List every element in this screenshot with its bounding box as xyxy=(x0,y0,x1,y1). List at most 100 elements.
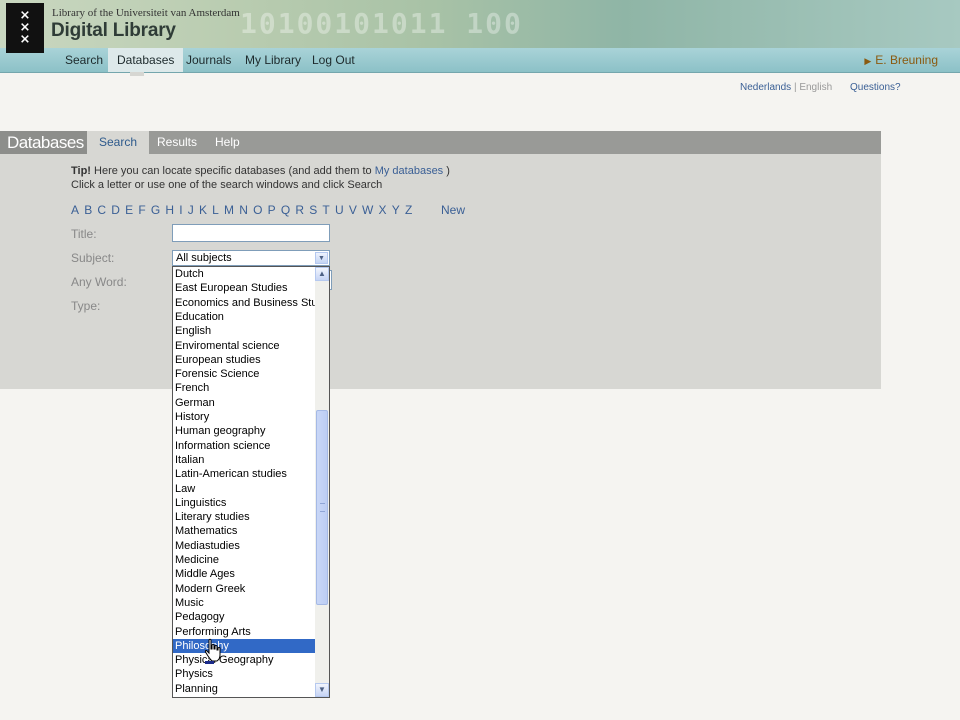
subject-dropdown-list[interactable]: Planning Physics Physical Geography Philoso… xyxy=(172,266,330,698)
any-word-label: Any Word: xyxy=(71,275,127,289)
tab-search[interactable]: Search xyxy=(87,131,150,154)
triangle-right-icon: ▶ xyxy=(864,56,872,66)
tip-bold: Tip! xyxy=(71,165,91,177)
header-decoration: 10100101011 100 xyxy=(240,7,523,40)
title-input[interactable] xyxy=(172,224,330,242)
nav-my-library[interactable]: My Library xyxy=(237,48,309,72)
subject-option[interactable]: Medicine xyxy=(173,553,315,567)
hand-cursor-icon xyxy=(204,638,221,664)
subject-option[interactable]: Mediastudies xyxy=(173,539,315,553)
panel-title: Databases xyxy=(0,131,87,154)
subject-option[interactable]: Dutch xyxy=(173,267,315,281)
subject-option[interactable]: Modern Greek xyxy=(173,582,315,596)
subject-option[interactable]: French xyxy=(173,381,315,395)
letter-f[interactable]: F xyxy=(138,203,145,217)
library-subtitle: Library of the Universiteit van Amsterda… xyxy=(52,7,240,19)
user-name: E. Breuning xyxy=(875,53,938,67)
letter-k[interactable]: K xyxy=(199,203,207,217)
subject-option[interactable]: European studies xyxy=(173,353,315,367)
letter-m[interactable]: M xyxy=(224,203,234,217)
subject-option[interactable]: English xyxy=(173,324,315,338)
subject-option[interactable]: Information science xyxy=(173,439,315,453)
dropdown-scrollbar[interactable]: ▲ ▼ xyxy=(315,267,329,697)
letter-s[interactable]: S xyxy=(309,203,317,217)
letter-q[interactable]: Q xyxy=(281,203,290,217)
subject-selected-value: All subjects xyxy=(176,252,232,264)
subject-option[interactable]: Mathematics xyxy=(173,524,315,538)
subject-option[interactable]: History xyxy=(173,410,315,424)
subject-option[interactable]: Linguistics xyxy=(173,496,315,510)
letter-n[interactable]: N xyxy=(239,203,248,217)
subject-option[interactable]: Education xyxy=(173,310,315,324)
letter-r[interactable]: R xyxy=(295,203,304,217)
lang-english: English xyxy=(799,82,833,93)
type-label: Type: xyxy=(71,299,101,313)
library-title: Digital Library xyxy=(51,20,176,41)
scrollbar-thumb[interactable] xyxy=(316,410,328,605)
subject-option[interactable]: Performing Arts xyxy=(173,625,315,639)
subject-option[interactable]: Literary studies xyxy=(173,510,315,524)
uva-logo[interactable]: ⨯ ⨯ ⨯ xyxy=(6,3,44,53)
letter-j[interactable]: J xyxy=(188,203,194,217)
subject-option[interactable]: Physical Geography xyxy=(173,653,315,667)
letter-d[interactable]: D xyxy=(111,203,120,217)
letter-a[interactable]: A xyxy=(71,203,79,217)
subject-option[interactable]: East European Studies xyxy=(173,281,315,295)
subject-option[interactable]: Planning xyxy=(173,682,315,696)
title-label: Title: xyxy=(71,227,97,241)
tip-line1-end: ) xyxy=(443,165,450,177)
nav-journals[interactable]: Journals xyxy=(178,48,239,72)
subject-option[interactable]: Forensic Science xyxy=(173,367,315,381)
subject-option[interactable]: Human geography xyxy=(173,424,315,438)
subject-option[interactable]: Pedagogy xyxy=(173,610,315,624)
tab-help[interactable]: Help xyxy=(204,131,251,154)
letter-o[interactable]: O xyxy=(253,203,262,217)
letter-i[interactable]: I xyxy=(179,203,182,217)
my-databases-link[interactable]: My databases xyxy=(375,165,443,177)
grip-icon xyxy=(320,503,325,512)
letter-z[interactable]: Z xyxy=(405,203,412,217)
nav-databases[interactable]: Databases xyxy=(108,48,184,72)
subject-label: Subject: xyxy=(71,251,115,265)
subject-option[interactable]: Philosophy xyxy=(173,638,315,654)
nav-log-out[interactable]: Log Out xyxy=(304,48,363,72)
language-switch: Nederlands | English xyxy=(740,82,832,93)
letter-t[interactable]: T xyxy=(322,203,329,217)
letter-p[interactable]: P xyxy=(268,203,276,217)
tip-line2: Click a letter or use one of the search … xyxy=(71,179,383,191)
letter-e[interactable]: E xyxy=(125,203,133,217)
scroll-down-icon[interactable]: ▼ xyxy=(315,683,329,697)
letter-w[interactable]: W xyxy=(362,203,373,217)
subject-option[interactable]: Enviromental science xyxy=(173,339,315,353)
subject-option[interactable]: German xyxy=(173,396,315,410)
letter-b[interactable]: B xyxy=(84,203,92,217)
letter-y[interactable]: Y xyxy=(392,203,400,217)
subject-option[interactable]: Italian xyxy=(173,453,315,467)
questions-link[interactable]: Questions? xyxy=(850,82,901,93)
subject-option[interactable]: Latin-American studies xyxy=(173,467,315,481)
chevron-down-icon[interactable]: ▼ xyxy=(315,252,328,264)
subject-option[interactable]: Economics and Business Studies xyxy=(173,296,315,310)
letter-h[interactable]: H xyxy=(165,203,174,217)
tip-line1: Here you can locate specific databases (… xyxy=(90,165,375,177)
lang-nederlands[interactable]: Nederlands xyxy=(740,82,791,93)
letter-l[interactable]: L xyxy=(212,203,219,217)
subject-option[interactable]: Middle Ages xyxy=(173,567,315,581)
tab-results[interactable]: Results xyxy=(146,131,208,154)
subject-option[interactable]: Physics xyxy=(173,667,315,681)
letter-c[interactable]: C xyxy=(97,203,106,217)
user-link[interactable]: ▶ E. Breuning xyxy=(864,48,938,72)
letter-x[interactable]: X xyxy=(379,203,387,217)
letter-u[interactable]: U xyxy=(335,203,344,217)
nav-search[interactable]: Search xyxy=(57,48,111,72)
nav-indicator xyxy=(130,72,144,76)
subject-option[interactable]: Music xyxy=(173,596,315,610)
new-databases-link[interactable]: New xyxy=(441,203,465,217)
databases-tabbar: Databases Search Results Help xyxy=(0,131,881,155)
letter-g[interactable]: G xyxy=(151,203,160,217)
scroll-up-icon[interactable]: ▲ xyxy=(315,267,329,281)
letter-v[interactable]: V xyxy=(349,203,357,217)
alphabet-index: ABCDEFGHIJKLMNOPQRSTUVWXYZ xyxy=(71,203,417,217)
subject-select[interactable]: All subjects ▼ xyxy=(172,250,330,266)
subject-option[interactable]: Law xyxy=(173,482,315,496)
